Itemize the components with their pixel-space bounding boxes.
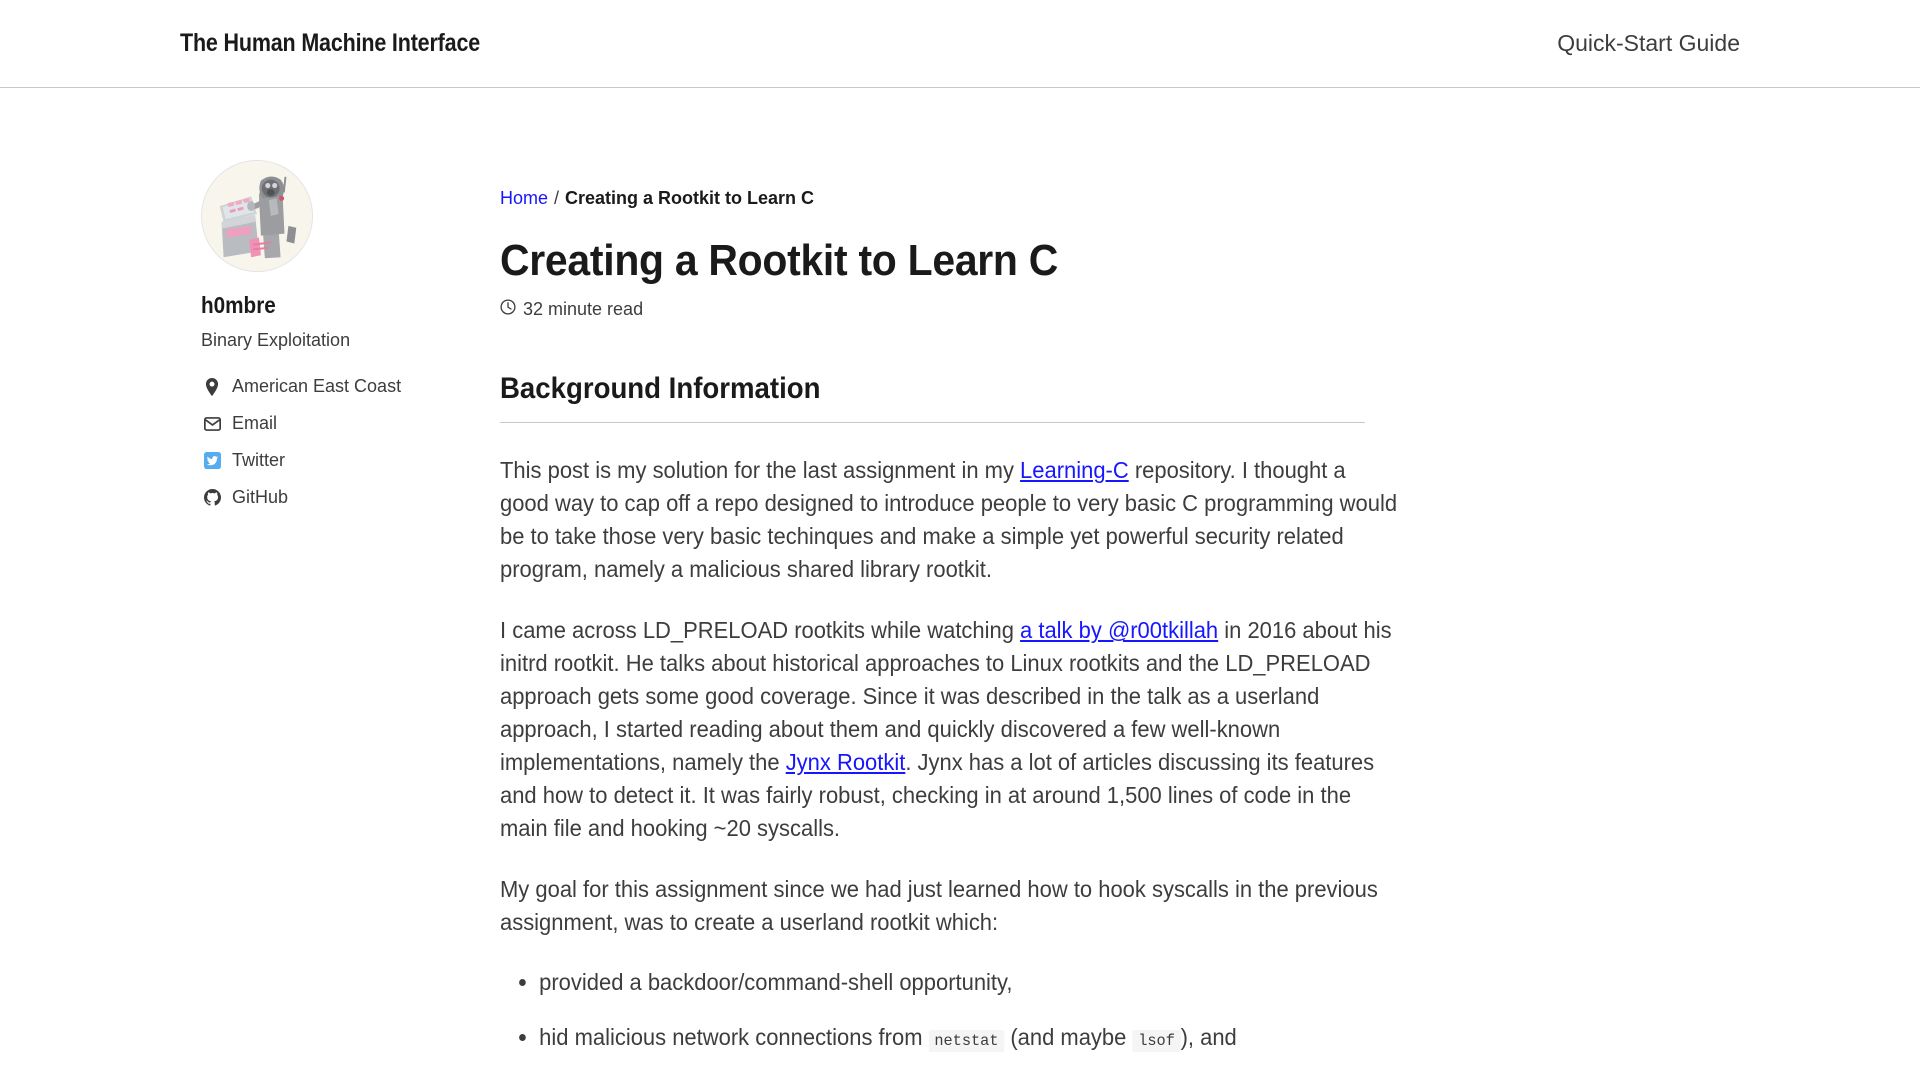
inline-code-lsof: lsof: [1132, 1030, 1181, 1053]
author-link-twitter[interactable]: Twitter: [201, 450, 480, 471]
site-navigation: Quick-Start Guide: [1557, 30, 1740, 57]
author-bio: Binary Exploitation: [201, 330, 351, 350]
masthead-inner: The Human Machine Interface Quick-Start …: [160, 0, 1760, 87]
nav-link-quick-start-guide[interactable]: Quick-Start Guide: [1557, 30, 1740, 57]
list-item-text-c: ), and: [1180, 1024, 1237, 1051]
site-title-link[interactable]: The Human Machine Interface: [180, 29, 480, 58]
read-time-meta: 32 minute read: [500, 299, 1720, 320]
author-name: h0mbre: [201, 292, 276, 318]
goals-list: provided a backdoor/command-shell opport…: [500, 966, 1398, 1080]
author-sidebar: h0mbre Binary Exploitation American East…: [180, 88, 480, 524]
author-link-email[interactable]: Email: [201, 413, 480, 434]
list-item-text-a: hid malicious network connections from: [539, 1024, 929, 1051]
link-r00tkillah-talk[interactable]: a talk by @r00tkillah: [1020, 617, 1218, 643]
list-item-text-a: provided a backdoor/command-shell opport…: [539, 969, 1013, 996]
author-link-label[interactable]: Email: [232, 413, 277, 434]
read-time-label: 32 minute read: [523, 299, 644, 320]
envelope-icon: [201, 416, 223, 431]
link-jynx-rootkit[interactable]: Jynx Rootkit: [786, 749, 906, 775]
paragraph-3: My goal for this assignment since we had…: [500, 876, 1378, 936]
list-item-text-b: (and maybe: [1004, 1024, 1133, 1051]
clock-icon: [500, 299, 516, 320]
list-item: hid malicious network connections from n…: [539, 1021, 1398, 1058]
page-wrapper: h0mbre Binary Exploitation American East…: [160, 88, 1760, 1080]
site-masthead: The Human Machine Interface Quick-Start …: [0, 0, 1920, 88]
paragraph-2-text-a: I came across LD_PRELOAD rootkits while …: [500, 617, 1021, 644]
section-heading-background-information: Background Information: [500, 372, 1365, 424]
article-main: Home / Creating a Rootkit to Learn C Cre…: [480, 88, 1720, 1080]
avatar: [201, 160, 313, 272]
author-link-label[interactable]: Twitter: [232, 450, 285, 471]
author-link-location: American East Coast: [201, 376, 480, 397]
author-link-label: American East Coast: [232, 376, 402, 396]
page-title: Creating a Rootkit to Learn C: [500, 236, 1059, 285]
breadcrumb-current: Creating a Rootkit to Learn C: [565, 188, 815, 208]
avatar-image: [202, 161, 312, 271]
twitter-icon: [201, 452, 223, 469]
article-content: Background Information This post is my s…: [500, 372, 1440, 1080]
list-item: provided a backdoor/command-shell opport…: [539, 966, 1398, 999]
author-link-github[interactable]: GitHub: [201, 487, 480, 508]
content-row: h0mbre Binary Exploitation American East…: [180, 88, 1740, 1080]
paragraph-2: I came across LD_PRELOAD rootkits while …: [500, 614, 1398, 845]
paragraph-1-text-a: This post is my solution for the last as…: [500, 457, 1021, 484]
author-links-list: American East Coast Email Twitter GitHub: [201, 376, 480, 508]
breadcrumb: Home / Creating a Rootkit to Learn C: [500, 88, 1720, 209]
github-icon: [201, 489, 223, 506]
author-link-label[interactable]: GitHub: [232, 487, 288, 508]
inline-code-netstat: netstat: [928, 1030, 1005, 1053]
link-learning-c[interactable]: Learning-C: [1020, 457, 1129, 483]
breadcrumb-home-link[interactable]: Home: [500, 188, 548, 209]
paragraph-1: This post is my solution for the last as…: [500, 454, 1398, 586]
location-pin-icon: [201, 377, 223, 396]
breadcrumb-separator: /: [554, 188, 560, 208]
